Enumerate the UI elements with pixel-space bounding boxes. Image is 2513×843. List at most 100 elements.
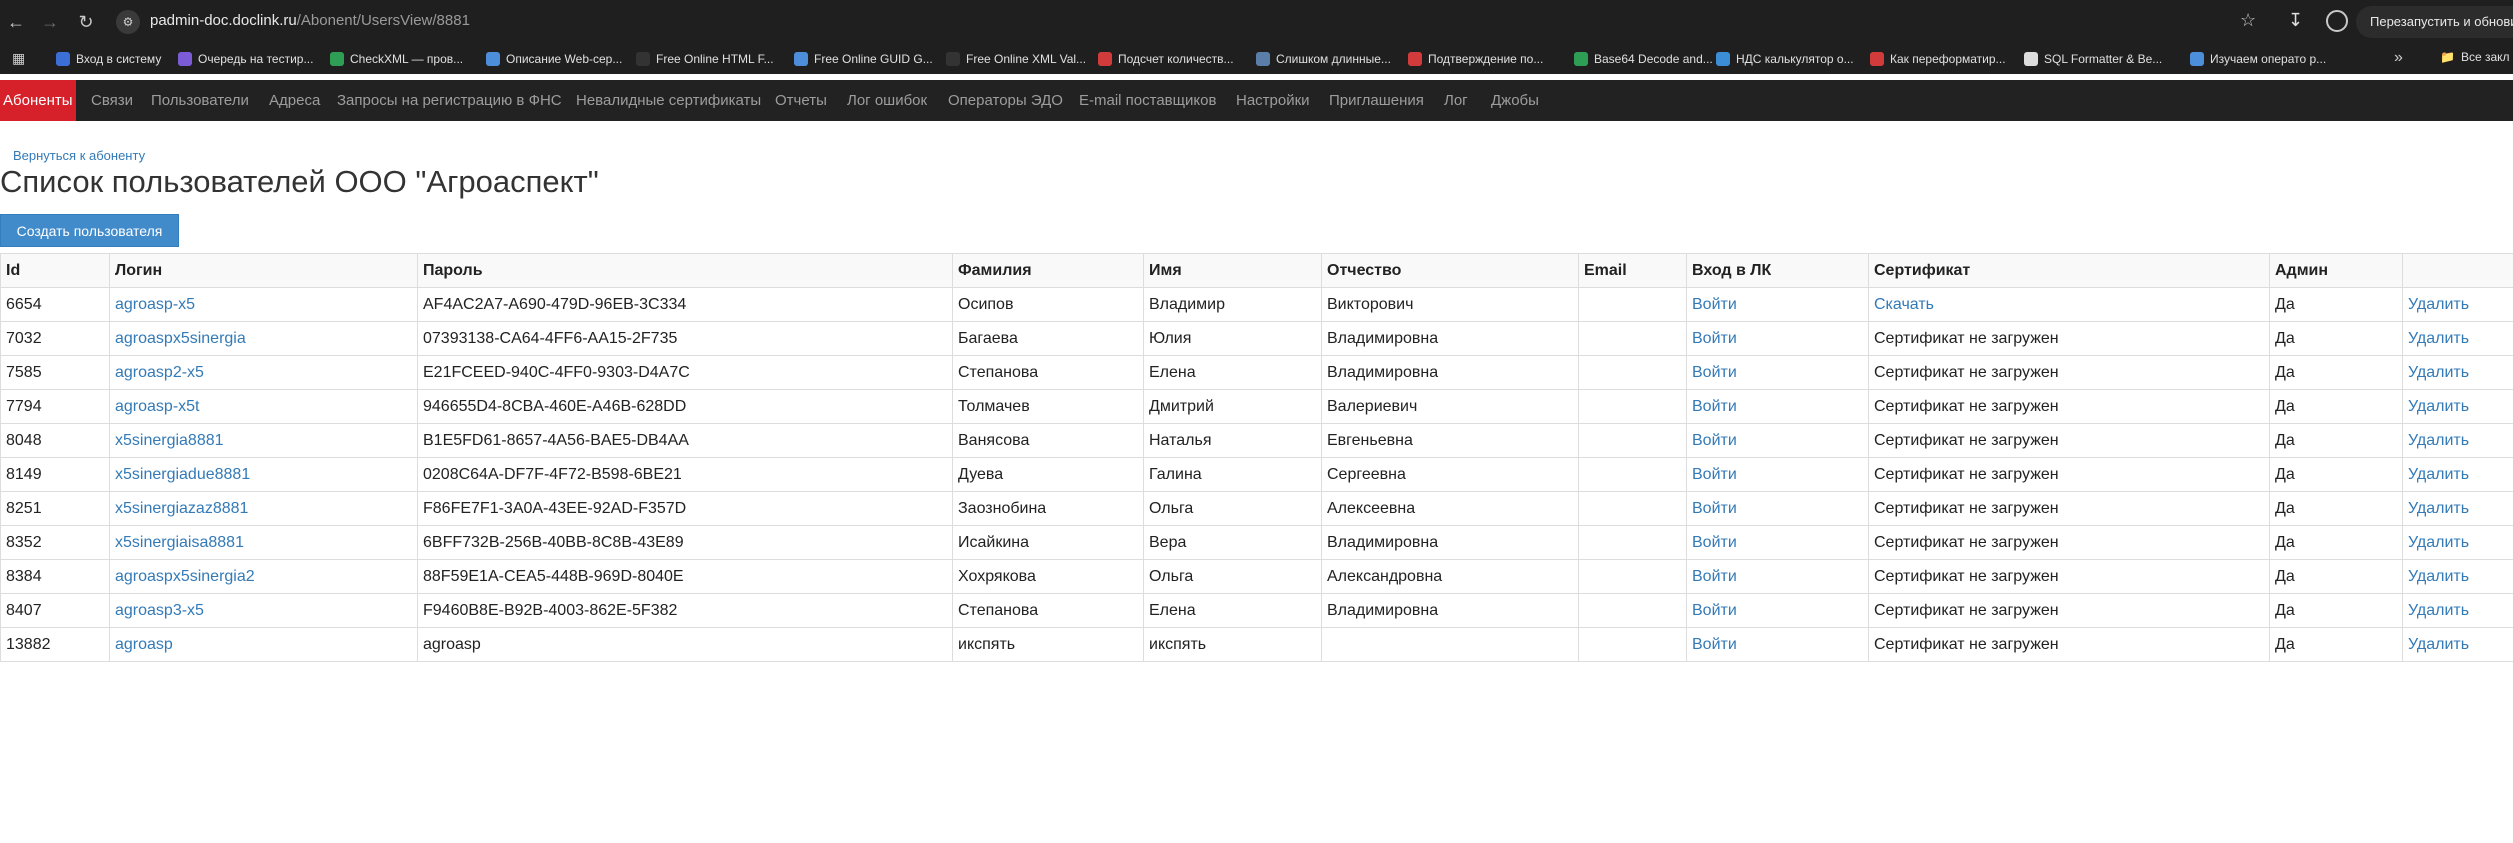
login-to-cabinet-link[interactable]: Войти [1692,398,1737,415]
create-user-button[interactable]: Создать пользователя [0,214,179,247]
delete-link[interactable]: Удалить [2408,398,2469,415]
delete-link[interactable]: Удалить [2408,296,2469,313]
delete-link[interactable]: Удалить [2408,568,2469,585]
site-info-icon[interactable]: ⚙ [116,10,140,34]
table-cell: 8407 [0,593,110,628]
table-cell: Да [2269,491,2403,526]
bookmark-star-icon[interactable]: ☆ [2240,10,2256,31]
login-to-cabinet-link[interactable]: Войти [1692,364,1737,381]
bookmark-item[interactable]: Base64 Decode and... [1574,50,1713,68]
table-cell [1578,491,1687,526]
nav-item[interactable]: Приглашения [1326,80,1427,121]
nav-item[interactable]: Абоненты [0,80,76,121]
delete-link[interactable]: Удалить [2408,500,2469,517]
delete-link[interactable]: Удалить [2408,602,2469,619]
table-cell: Удалить [2402,457,2513,492]
bookmark-item[interactable]: Подсчет количеств... [1098,50,1234,68]
delete-link[interactable]: Удалить [2408,636,2469,653]
bookmark-item[interactable]: Описание Web-сер... [486,50,622,68]
bookmark-favicon-icon [2190,52,2204,66]
bookmark-item[interactable]: Free Online GUID G... [794,50,933,68]
bookmark-item[interactable]: CheckXML — пров... [330,50,463,68]
login-to-cabinet-link[interactable]: Войти [1692,568,1737,585]
back-arrow-icon[interactable]: ← [2,8,30,36]
login-to-cabinet-link[interactable]: Войти [1692,432,1737,449]
nav-item[interactable]: Невалидные сертификаты [573,80,764,121]
forward-arrow-icon[interactable]: → [36,8,64,36]
table-cell: Удалить [2402,525,2513,560]
login-to-cabinet-link[interactable]: Войти [1692,602,1737,619]
nav-item[interactable]: Операторы ЭДО [945,80,1066,121]
table-cell [1578,423,1687,458]
login-link[interactable]: agroasp-x5 [115,296,195,313]
bookmark-item[interactable]: Вход в систему [56,50,161,68]
delete-link[interactable]: Удалить [2408,432,2469,449]
chevron-more-icon[interactable]: » [2394,49,2403,67]
bookmark-item[interactable]: SQL Formatter & Be... [2024,50,2162,68]
download-icon[interactable]: ↧ [2288,10,2303,31]
profile-icon[interactable] [2326,10,2348,32]
bookmark-item[interactable]: Очередь на тестир... [178,50,313,68]
login-link[interactable]: agroaspx5sinergia [115,330,246,347]
login-to-cabinet-link[interactable]: Войти [1692,296,1737,313]
reload-icon[interactable]: ↻ [72,8,100,36]
delete-link[interactable]: Удалить [2408,330,2469,347]
bookmark-item[interactable]: Слишком длинные... [1256,50,1391,68]
login-link[interactable]: agroasp [115,636,173,653]
bookmark-item[interactable]: Изучаем операто р... [2190,50,2326,68]
login-link[interactable]: agroasp2-x5 [115,364,204,381]
table-cell: Сертификат не загружен [1868,525,2270,560]
login-to-cabinet-link[interactable]: Войти [1692,534,1737,551]
nav-item[interactable]: Лог [1441,80,1471,121]
address-bar[interactable]: padmin-doc.doclink.ru/Abonent/UsersView/… [150,12,470,29]
delete-link[interactable]: Удалить [2408,466,2469,483]
bookmark-label: Free Online HTML F... [656,52,774,66]
login-link[interactable]: x5sinergia8881 [115,432,224,449]
table-row: 8352 x5sinergiaisa8881 6BFF732B-256B-40BB-… [0,525,2513,560]
nav-item[interactable]: Адреса [266,80,323,121]
bookmark-item[interactable]: Free Online HTML F... [636,50,774,68]
bookmarks-folder[interactable]: 📁 Все закл [2440,50,2510,64]
nav-item[interactable]: Лог ошибок [844,80,930,121]
apps-grid-icon[interactable]: ▦ [12,50,25,67]
table-cell [1578,593,1687,628]
relaunch-button[interactable]: Перезапустить и обновит [2356,6,2513,38]
bookmark-favicon-icon [1716,52,1730,66]
login-link[interactable]: agroasp3-x5 [115,602,204,619]
table-cell: Багаева [952,321,1144,356]
login-link[interactable]: agroasp-x5t [115,398,200,415]
nav-item[interactable]: Отчеты [772,80,830,121]
bookmark-label: Описание Web-сер... [506,52,623,66]
bookmark-item[interactable]: Free Online XML Val... [946,50,1086,68]
bookmark-item[interactable]: НДС калькулятор о... [1716,50,1854,68]
back-to-abonent-link[interactable]: Вернуться к абоненту [13,148,145,163]
nav-item[interactable]: Запросы на регистрацию в ФНС [334,80,565,121]
bookmark-item[interactable]: Как переформатир... [1870,50,2006,68]
download-certificate-link[interactable]: Скачать [1874,296,1934,313]
nav-item[interactable]: E-mail поставщиков [1076,80,1219,121]
login-link[interactable]: x5sinergiaisa8881 [115,534,244,551]
nav-item[interactable]: Связи [88,80,136,121]
table-cell: Удалить [2402,593,2513,628]
table-cell: F9460B8E-B92B-4003-862E-5F382 [417,593,953,628]
delete-link[interactable]: Удалить [2408,534,2469,551]
table-cell: Сертификат не загружен [1868,627,2270,662]
table-cell: Елена [1143,355,1322,390]
nav-item[interactable]: Джобы [1488,80,1542,121]
nav-item[interactable]: Настройки [1233,80,1313,121]
nav-item[interactable]: Пользователи [148,80,252,121]
login-link[interactable]: x5sinergiadue8881 [115,466,250,483]
login-to-cabinet-link[interactable]: Войти [1692,636,1737,653]
login-to-cabinet-link[interactable]: Войти [1692,500,1737,517]
login-to-cabinet-link[interactable]: Войти [1692,466,1737,483]
table-cell: Владимир [1143,287,1322,322]
table-cell: Удалить [2402,491,2513,526]
login-to-cabinet-link[interactable]: Войти [1692,330,1737,347]
table-cell [1578,321,1687,356]
login-link[interactable]: agroaspx5sinergia2 [115,568,255,585]
delete-link[interactable]: Удалить [2408,364,2469,381]
table-cell: agroasp2-x5 [109,355,418,390]
login-link[interactable]: x5sinergiazaz8881 [115,500,248,517]
table-cell [1578,389,1687,424]
bookmark-item[interactable]: Подтверждение по... [1408,50,1543,68]
